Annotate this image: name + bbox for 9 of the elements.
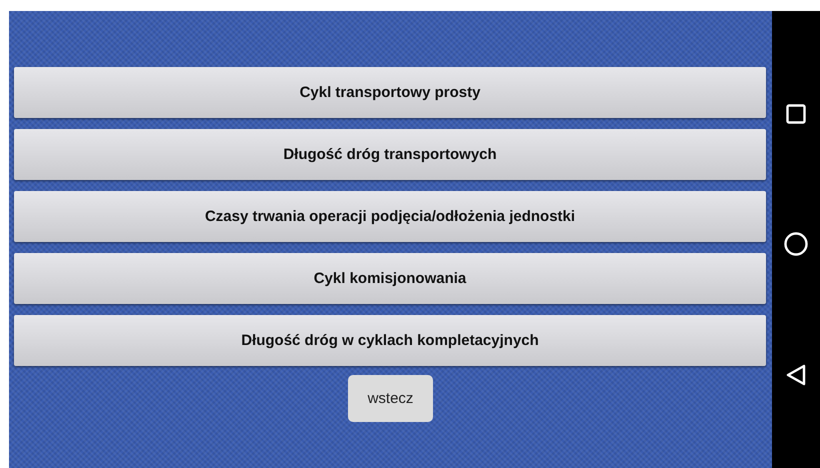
back-button[interactable]: wstecz [348,375,433,422]
home-icon[interactable] [784,232,808,256]
back-icon[interactable] [786,364,806,386]
menu-button[interactable]: Czasy trwania operacji podjęcia/odłożenia jednostki [14,191,766,242]
menu-button[interactable]: Cykl transportowy prosty [14,67,766,118]
recent-apps-icon[interactable] [786,104,806,124]
menu-button[interactable]: Długość dróg w cyklach kompletacyjnych [14,315,766,366]
menu-button[interactable]: Długość dróg transportowych [14,129,766,180]
menu-button[interactable]: Cykl komisjonowania [14,253,766,304]
